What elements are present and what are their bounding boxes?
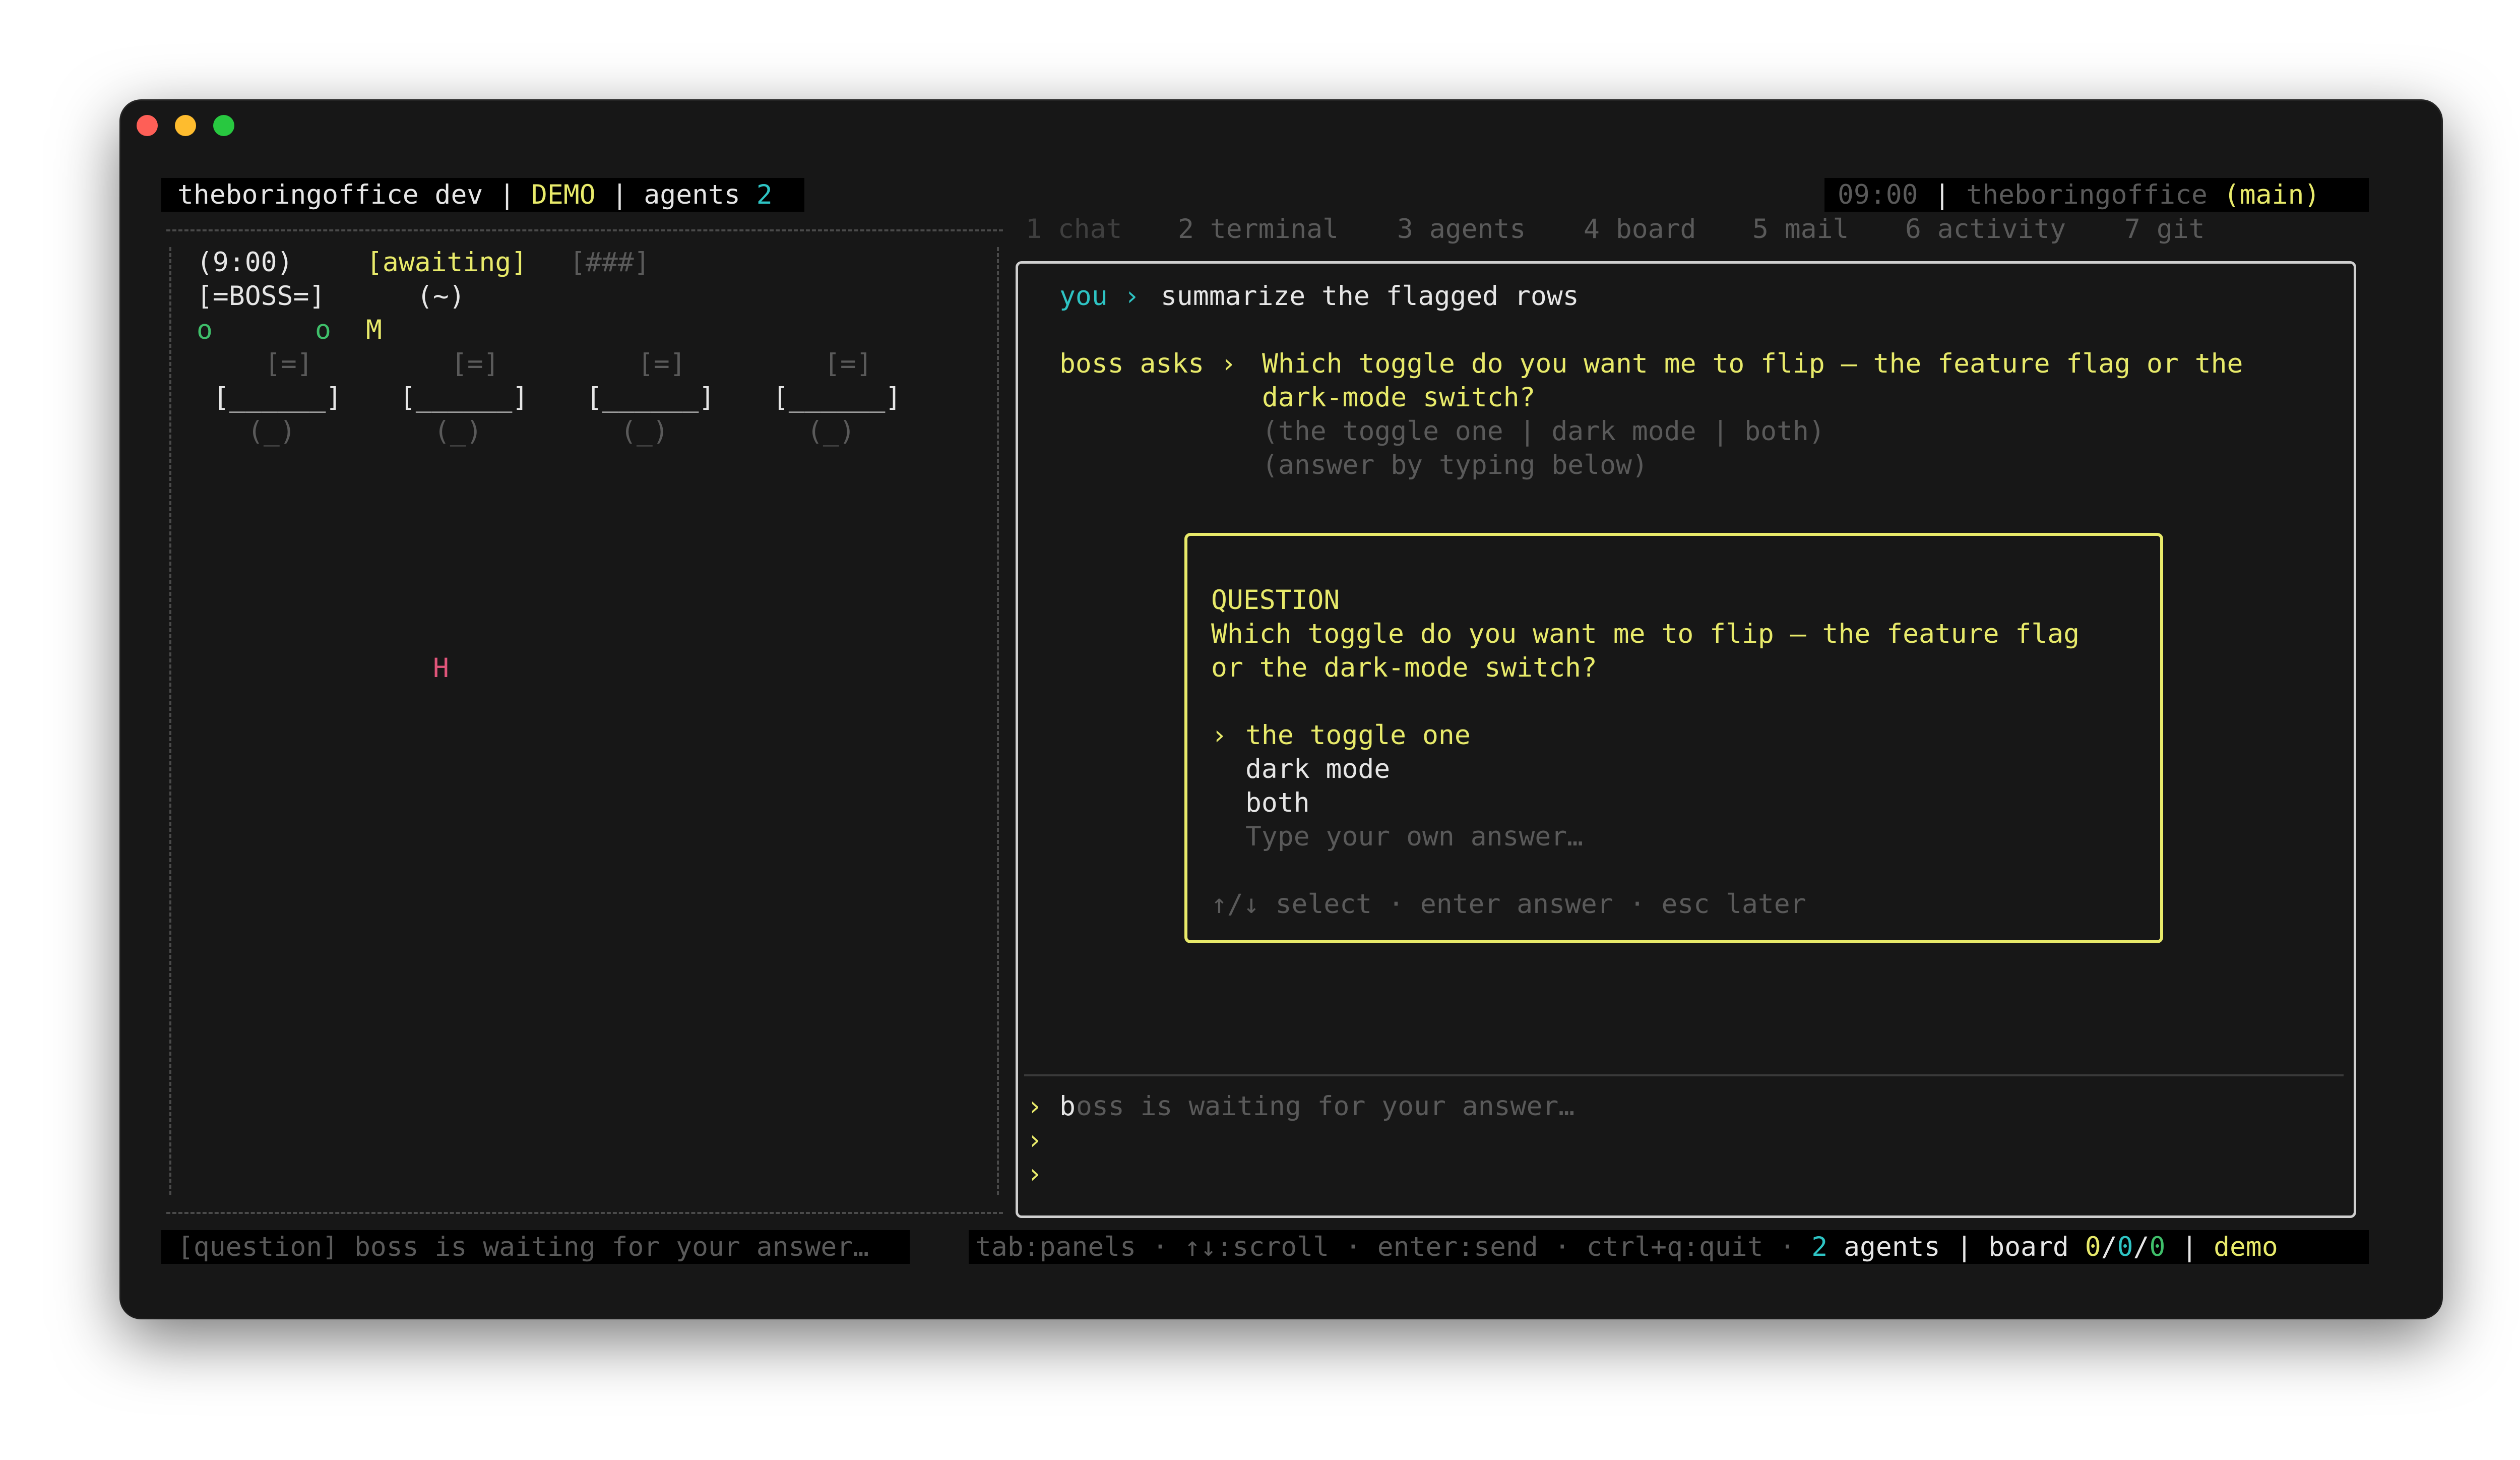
status-right: tab:panels · ↑↓:scroll · enter:send · ct…: [975, 1232, 2278, 1262]
office-border-right: [997, 247, 999, 1195]
monitor-1: [=]: [265, 348, 313, 379]
dialog-help: ↑/↓ select · enter answer · esc later: [1211, 889, 1806, 920]
chair-2: (_): [434, 416, 482, 447]
minimize-window-button[interactable]: [175, 115, 196, 136]
git-branch: (main): [2223, 179, 2320, 210]
office-border-left: [169, 247, 171, 1195]
board-count-c: 0: [2149, 1232, 2166, 1262]
tab-mail[interactable]: 5 mail: [1752, 212, 1849, 246]
question-line1: Which toggle do you want me to flip — th…: [1211, 619, 2080, 649]
app-title: theboringoffice dev: [177, 179, 483, 210]
agents-count: 2: [756, 179, 773, 210]
header-right: 09:00 | theboringoffice (main): [1838, 179, 2320, 210]
board-count-b: 0: [2117, 1232, 2133, 1262]
monitor-3: [=]: [638, 348, 686, 379]
tab-activity[interactable]: 6 activity: [1905, 212, 2066, 246]
board-label: board: [1988, 1232, 2069, 1262]
selection-cursor: ›: [1211, 720, 1227, 751]
maximize-window-button[interactable]: [213, 115, 234, 136]
chair-3: (_): [620, 416, 669, 447]
option-both[interactable]: both: [1245, 786, 1310, 820]
tab-board[interactable]: 4 board: [1584, 212, 1696, 246]
status-agents-count: 2: [1811, 1232, 1828, 1262]
boss-desk: [=BOSS=]: [197, 281, 326, 312]
chair-1: (_): [247, 416, 296, 447]
boss-thinking: (~): [417, 281, 465, 312]
tab-git[interactable]: 7 git: [2124, 212, 2205, 246]
close-window-button[interactable]: [137, 115, 158, 136]
keybind-hints: tab:panels · ↑↓:scroll · enter:send · ct…: [975, 1232, 1796, 1262]
agent-sprite-2: o: [315, 315, 331, 345]
you-message: summarize the flagged rows: [1161, 281, 1579, 312]
agent-sprite-m: M: [366, 315, 382, 345]
board-count-a: 0: [2085, 1232, 2101, 1262]
desk-3: [______]: [586, 382, 715, 413]
input-prompt-2: ›: [1027, 1125, 1043, 1155]
boss-question-line1: Which toggle do you want me to flip — th…: [1262, 348, 2243, 379]
chair-4: (_): [807, 416, 855, 447]
question-line2: or the dark-mode switch?: [1211, 652, 1597, 683]
desk-1: [______]: [213, 382, 342, 413]
input-cursor: b: [1059, 1091, 1076, 1122]
input-prompt-1: ›: [1027, 1091, 1043, 1122]
clock: 09:00: [1838, 179, 1918, 210]
input-prompt-3: ›: [1027, 1159, 1043, 1189]
option-toggle-one[interactable]: the toggle one: [1245, 718, 1471, 752]
status-mode: demo: [2214, 1232, 2278, 1262]
boss-question-line2: dark-mode switch?: [1262, 382, 1536, 413]
status-message: [question] boss is waiting for your answ…: [177, 1232, 869, 1262]
option-dark-mode[interactable]: dark mode: [1245, 752, 1390, 786]
terminal-window: theboringoffice dev | DEMO | agents 2 09…: [121, 101, 2441, 1318]
tab-agents[interactable]: 3 agents: [1397, 212, 1526, 246]
progress-indicator: [###]: [570, 247, 650, 278]
human-sprite: H: [433, 653, 449, 684]
header-left: theboringoffice dev | DEMO | agents 2: [177, 179, 773, 210]
options-hint: (the toggle one | dark mode | both): [1262, 416, 1825, 447]
question-title: QUESTION: [1211, 585, 1340, 616]
boss-label: boss asks ›: [1059, 348, 1236, 379]
tab-chat[interactable]: 1 chat: [1026, 212, 1122, 246]
office-border-bottom: [166, 1212, 1003, 1214]
desk-4: [______]: [773, 382, 902, 413]
boss-status: [awaiting]: [366, 247, 528, 278]
custom-answer-option[interactable]: Type your own answer…: [1245, 820, 1583, 854]
agents-label: agents: [644, 179, 740, 210]
tab-terminal[interactable]: 2 terminal: [1178, 212, 1339, 246]
input-placeholder: oss is waiting for your answer…: [1076, 1091, 1575, 1122]
mode-badge: DEMO: [531, 179, 596, 210]
agent-sprite-1: o: [197, 315, 213, 345]
answer-hint: (answer by typing below): [1262, 450, 1648, 480]
you-label: you ›: [1059, 281, 1140, 312]
input-separator: [1024, 1074, 2344, 1076]
status-agents-label: agents: [1844, 1232, 1940, 1262]
desk-2: [______]: [400, 382, 529, 413]
monitor-4: [=]: [824, 348, 872, 379]
monitor-2: [=]: [451, 348, 499, 379]
office-border-top: [166, 229, 1003, 231]
project-name: theboringoffice: [1966, 179, 2208, 210]
office-time: (9:00): [197, 247, 293, 278]
